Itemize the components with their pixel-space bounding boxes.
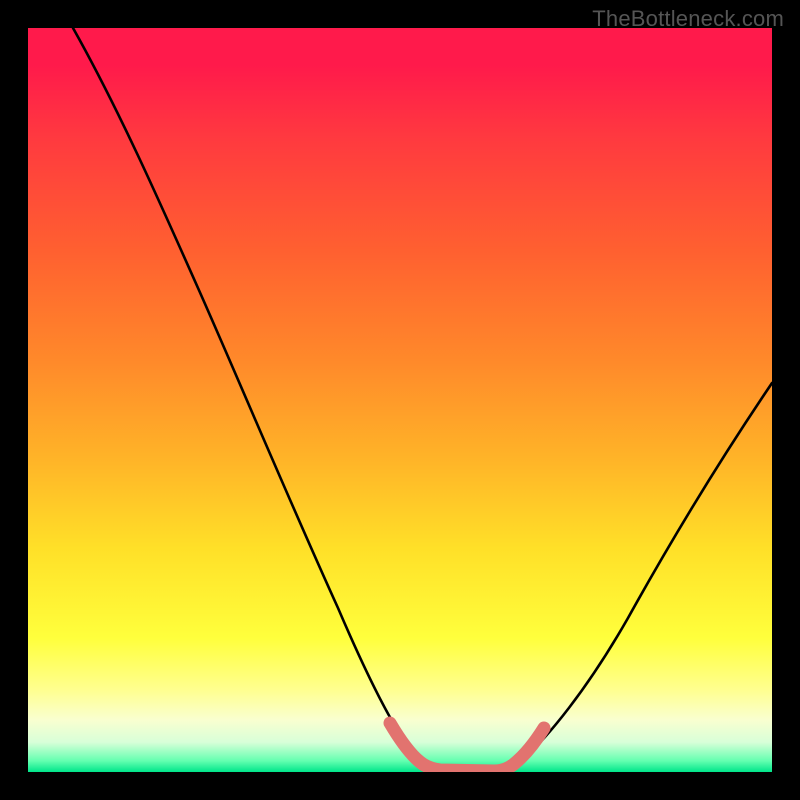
bottleneck-curve: [73, 28, 772, 771]
watermark-text: TheBottleneck.com: [592, 6, 784, 32]
plot-area: [28, 28, 772, 772]
chart-frame: TheBottleneck.com: [0, 0, 800, 800]
optimal-band-marker: [390, 723, 544, 771]
curve-layer: [28, 28, 772, 772]
